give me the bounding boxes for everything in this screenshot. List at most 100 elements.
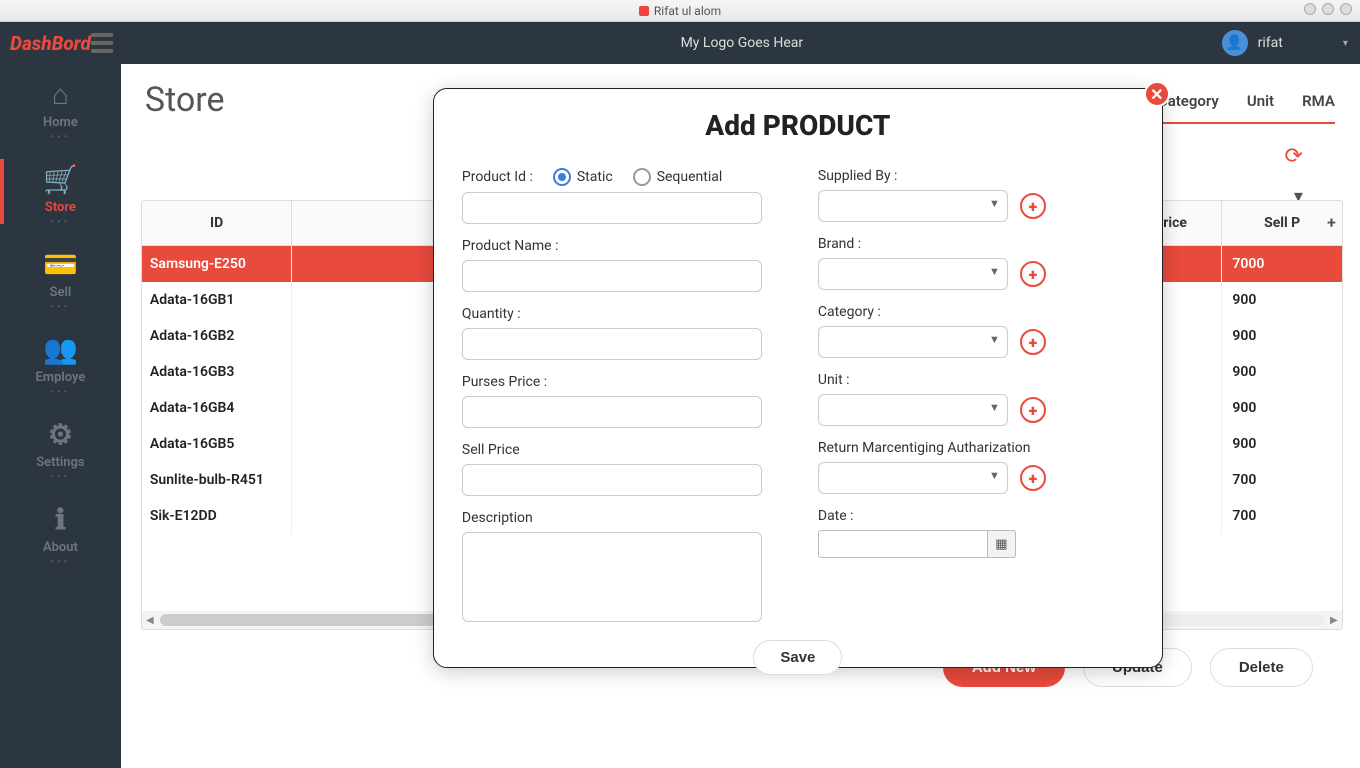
gear-icon: ⚙ [48, 418, 73, 451]
chevron-down-icon: ▼ [989, 197, 1000, 210]
tab-rma[interactable]: RMA [1302, 92, 1335, 110]
sidebar-item-label: Home [43, 115, 78, 130]
add-category-button[interactable]: + [1020, 329, 1046, 355]
window-controls[interactable] [1304, 3, 1352, 15]
header-center-text: My Logo Goes Hear [681, 35, 804, 51]
scroll-left-icon[interactable]: ◀ [142, 615, 158, 626]
sidebar-item-employe[interactable]: 👥 Employe ••• [0, 319, 121, 404]
sidebar-header: DashBord [0, 22, 121, 64]
supplied-by-select[interactable] [818, 190, 1008, 222]
info-icon: ℹ [55, 503, 66, 536]
sidebar-item-label: Sell [50, 285, 72, 300]
col-sell-price[interactable]: Sell P [1222, 201, 1342, 246]
unit-field-label: Unit : [818, 372, 1134, 388]
cell-id: Adata-16GB2 [142, 318, 292, 354]
add-unit-button[interactable]: + [1020, 397, 1046, 423]
sidebar-item-label: About [43, 540, 78, 555]
cell-sell-price: 700 [1222, 462, 1342, 498]
chevron-down-icon: ▾ [1343, 38, 1348, 49]
rma-select[interactable] [818, 462, 1008, 494]
radio-static[interactable]: Static [553, 168, 613, 186]
cell-sell-price: 900 [1222, 282, 1342, 318]
cell-sell-price: 900 [1222, 354, 1342, 390]
user-name-label: rifat [1258, 35, 1283, 51]
category-field-label: Category : [818, 304, 1134, 320]
topbar: My Logo Goes Hear 👤 rifat ▾ [121, 22, 1360, 64]
description-textarea[interactable] [462, 532, 762, 622]
dots-icon: ••• [51, 302, 71, 313]
cell-id: Sik-E12DD [142, 498, 292, 534]
sidebar-item-settings[interactable]: ⚙ Settings ••• [0, 404, 121, 489]
add-supplier-button[interactable]: + [1020, 193, 1046, 219]
chevron-down-icon: ▼ [989, 265, 1000, 278]
calendar-icon[interactable]: ▦ [988, 530, 1016, 558]
brand-select[interactable] [818, 258, 1008, 290]
dots-icon: ••• [51, 132, 71, 143]
date-input[interactable] [818, 530, 988, 558]
sidebar-item-store[interactable]: 🛒 Store ••• [0, 149, 121, 234]
description-label: Description [462, 510, 778, 526]
rma-field-label: Return Marcentiging Autharization [818, 440, 1134, 456]
unit-select[interactable] [818, 394, 1008, 426]
maximize-icon[interactable] [1322, 3, 1334, 15]
product-name-label: Product Name : [462, 238, 778, 254]
dots-icon: ••• [51, 387, 71, 398]
cell-id: Sunlite-bulb-R451 [142, 462, 292, 498]
user-menu[interactable]: 👤 rifat ▾ [1222, 30, 1348, 56]
chevron-down-icon: ▼ [989, 401, 1000, 414]
refresh-icon[interactable]: ⟳ [1284, 144, 1302, 169]
sidebar-item-label: Settings [36, 455, 84, 470]
sidebar-item-label: Employe [35, 370, 85, 385]
radio-icon [553, 168, 571, 186]
cell-sell-price: 900 [1222, 318, 1342, 354]
save-button[interactable]: Save [753, 640, 842, 675]
cell-sell-price: 7000 [1222, 246, 1342, 283]
scroll-right-icon[interactable]: ▶ [1326, 615, 1342, 626]
dots-icon: ••• [51, 472, 71, 483]
cell-id: Adata-16GB1 [142, 282, 292, 318]
dots-icon: ••• [51, 557, 71, 568]
add-brand-button[interactable]: + [1020, 261, 1046, 287]
product-id-input[interactable] [462, 192, 762, 224]
purses-price-input[interactable] [462, 396, 762, 428]
cell-sell-price: 900 [1222, 390, 1342, 426]
date-label: Date : [818, 508, 1134, 524]
delete-button[interactable]: Delete [1210, 648, 1313, 687]
close-icon[interactable] [1340, 3, 1352, 15]
add-column-icon[interactable]: + [1327, 213, 1336, 232]
product-name-input[interactable] [462, 260, 762, 292]
cell-sell-price: 900 [1222, 426, 1342, 462]
sidebar-item-about[interactable]: ℹ About ••• [0, 489, 121, 574]
sidebar: DashBord ⌂ Home ••• 🛒 Store ••• 💳 Sell •… [0, 22, 121, 768]
sell-price-input[interactable] [462, 464, 762, 496]
cell-id: Samsung-E250 [142, 246, 292, 283]
cell-sell-price: 700 [1222, 498, 1342, 534]
cell-id: Adata-16GB5 [142, 426, 292, 462]
col-id[interactable]: ID [142, 201, 292, 246]
purses-price-label: Purses Price : [462, 374, 778, 390]
product-id-label: Product Id : [462, 169, 533, 185]
radio-icon [633, 168, 651, 186]
category-select[interactable] [818, 326, 1008, 358]
quantity-input[interactable] [462, 328, 762, 360]
brand-logo: DashBord [10, 32, 91, 55]
hamburger-icon[interactable] [91, 33, 113, 53]
minimize-icon[interactable] [1304, 3, 1316, 15]
tab-unit[interactable]: Unit [1247, 92, 1274, 110]
radio-sequential[interactable]: Sequential [633, 168, 723, 186]
window-title: Rifat ul alom [654, 4, 721, 18]
money-icon: 💳 [43, 248, 78, 281]
sidebar-item-sell[interactable]: 💳 Sell ••• [0, 234, 121, 319]
add-product-modal: ✕ Add PRODUCT Product Id : Static Sequen… [433, 88, 1163, 668]
close-modal-button[interactable]: ✕ [1144, 81, 1170, 107]
dots-icon: ••• [51, 217, 71, 228]
sidebar-item-home[interactable]: ⌂ Home ••• [0, 64, 121, 149]
quantity-label: Quantity : [462, 306, 778, 322]
cart-icon: 🛒 [43, 163, 78, 196]
people-icon: 👥 [43, 333, 78, 366]
chevron-down-icon: ▼ [989, 469, 1000, 482]
window-titlebar: Rifat ul alom [0, 0, 1360, 22]
app-icon [639, 6, 649, 16]
add-rma-button[interactable]: + [1020, 465, 1046, 491]
sidebar-item-label: Store [45, 200, 76, 215]
